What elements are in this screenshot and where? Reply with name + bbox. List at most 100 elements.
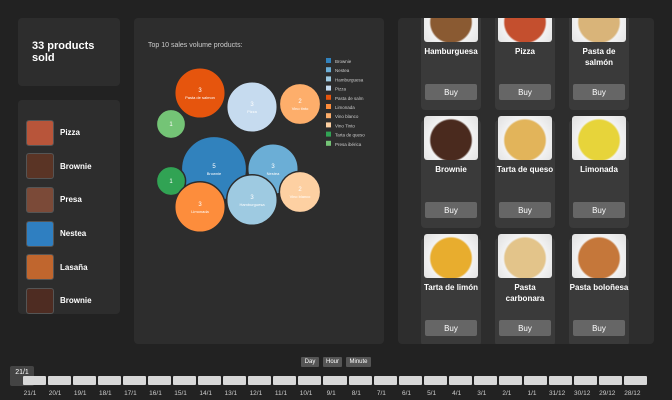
product-name: Pasta boloñesa xyxy=(569,283,629,292)
timeline-segment[interactable] xyxy=(423,376,447,385)
timeline-tick-label: 30/12 xyxy=(574,390,591,397)
timeline-segment[interactable] xyxy=(73,376,97,385)
sold-list-item: brownie-icon Brownie xyxy=(26,284,112,318)
timeline-tick-label: 5/1 xyxy=(427,390,437,397)
brownie-icon: brownie-icon xyxy=(26,287,54,314)
cheesecake-icon xyxy=(498,116,552,160)
timeline-segment[interactable] xyxy=(323,376,347,385)
bubble[interactable]: 2Vino blanco xyxy=(278,170,322,214)
bubble[interactable]: 3Hamburguesa xyxy=(225,173,279,227)
timeline-segment[interactable] xyxy=(373,376,397,385)
legend-swatch xyxy=(326,131,331,137)
sold-list-item-label: Nestea xyxy=(60,229,87,239)
timeline-tick-label: 9/1 xyxy=(326,390,336,397)
granularity-minute-button[interactable]: Minute xyxy=(346,357,371,367)
timeline-tick-label: 6/1 xyxy=(401,390,412,397)
bubble-label: Vino tinto xyxy=(292,106,309,111)
timeline-tick-label: 1/1 xyxy=(527,390,537,397)
sold-list-item-label: Brownie xyxy=(60,161,92,171)
product-name: Hamburguesa xyxy=(424,47,478,56)
timeline-segment[interactable] xyxy=(548,376,572,385)
timeline-segment[interactable] xyxy=(598,376,622,385)
product-card: Tarta de limón Buy xyxy=(421,234,481,344)
timeline-segment[interactable] xyxy=(623,376,647,385)
product-card: Tarta de queso Buy xyxy=(495,116,555,228)
legend-label: Hamburguesa xyxy=(335,77,364,82)
timeline-tick-label: 7/1 xyxy=(376,390,386,397)
sold-list-item-label: Brownie xyxy=(60,296,92,306)
bubble[interactable]: 1 xyxy=(155,108,187,140)
timeline-tick-label: 10/1 xyxy=(299,390,313,397)
product-name: Brownie xyxy=(435,165,467,174)
legend-label: Nestea xyxy=(335,68,350,73)
bubble[interactable]: 3Pasta de salmon xyxy=(173,66,227,120)
buy-button[interactable]: Buy xyxy=(499,202,551,218)
buy-button[interactable]: Buy xyxy=(425,84,477,100)
legend-swatch xyxy=(326,76,331,82)
bubble-label: Brownie xyxy=(207,171,222,176)
timeline-segment[interactable] xyxy=(398,376,422,385)
steak-icon: steak-icon xyxy=(26,186,54,213)
legend-swatch xyxy=(326,58,331,63)
timeline-tick-label: 13/1 xyxy=(224,390,238,397)
timeline-segment[interactable] xyxy=(23,376,47,385)
timeline-segment[interactable] xyxy=(498,376,522,385)
timeline-segment[interactable] xyxy=(473,376,497,385)
pasta-icon xyxy=(498,234,552,278)
timeline-segment[interactable] xyxy=(148,376,172,385)
product-name: Pasta de salmón xyxy=(582,47,616,67)
sold-products-list: pizza-icon Pizza brownie-icon Brownie steak-… xyxy=(18,100,120,314)
timeline-tick-label: 28/12 xyxy=(624,390,641,397)
timeline-segment[interactable] xyxy=(223,376,247,385)
lemonade-icon xyxy=(572,116,626,160)
timeline-segment[interactable] xyxy=(198,376,222,385)
lemon-tart-icon xyxy=(424,234,478,278)
buy-button[interactable]: Buy xyxy=(573,84,625,100)
legend-label: Brownie xyxy=(335,59,352,64)
timeline-segment[interactable] xyxy=(48,376,72,385)
timeline-segment[interactable] xyxy=(298,376,322,385)
timeline-segment[interactable] xyxy=(348,376,372,385)
legend-label: Vino blanco xyxy=(335,114,359,119)
timeline-tick-label: 2/1 xyxy=(502,390,512,397)
timeline-segment[interactable] xyxy=(98,376,122,385)
timeline-tick-label: 11/1 xyxy=(274,390,288,397)
buy-button[interactable]: Buy xyxy=(499,320,551,336)
timeline-segment[interactable] xyxy=(248,376,272,385)
timeline-segment[interactable] xyxy=(573,376,597,385)
legend-label: Limonada xyxy=(335,105,355,110)
buy-button[interactable]: Buy xyxy=(573,320,625,336)
chart-title: Top 10 sales volume products: xyxy=(148,42,243,49)
bubble-chart: Top 10 sales volume products: 3Pasta de … xyxy=(148,42,365,234)
timeline-tick-label: 18/1 xyxy=(98,390,112,397)
buy-button[interactable]: Buy xyxy=(425,320,477,336)
buy-button[interactable]: Buy xyxy=(499,84,551,100)
timeline-segment[interactable] xyxy=(273,376,297,385)
timeline-segment[interactable] xyxy=(173,376,197,385)
buy-button[interactable]: Buy xyxy=(425,202,477,218)
legend-swatch xyxy=(326,94,331,100)
bubble[interactable]: 3Limonada xyxy=(173,180,227,234)
product-name: Pasta carbonara xyxy=(505,283,545,303)
granularity-day-button[interactable]: Day xyxy=(301,357,319,367)
timeline-slider[interactable] xyxy=(22,376,648,385)
sold-list-item: steak-icon Presa xyxy=(26,183,112,217)
timeline-tick-label: 14/1 xyxy=(199,390,213,397)
bubble[interactable]: 2Vino tinto xyxy=(278,82,322,126)
granularity-hour-button[interactable]: Hour xyxy=(323,357,342,367)
timeline-tick-label: 15/1 xyxy=(174,390,187,397)
product-card: Pasta carbonara Buy xyxy=(495,234,555,344)
timeline-segment[interactable] xyxy=(123,376,147,385)
product-card: Hamburguesa Buy xyxy=(421,18,481,110)
legend-swatch xyxy=(326,122,331,128)
timeline-segment[interactable] xyxy=(448,376,472,385)
timeline-segment[interactable] xyxy=(523,376,547,385)
brownie-icon xyxy=(424,116,478,160)
buy-button[interactable]: Buy xyxy=(573,202,625,218)
pasta-icon xyxy=(572,18,626,42)
bubble[interactable]: 3Pizza xyxy=(225,80,279,134)
timeline-tick-label: 29/12 xyxy=(599,390,616,397)
product-name: Pizza xyxy=(514,47,535,56)
timeline-tick-label: 12/1 xyxy=(249,390,263,397)
pasta-icon xyxy=(572,234,626,278)
